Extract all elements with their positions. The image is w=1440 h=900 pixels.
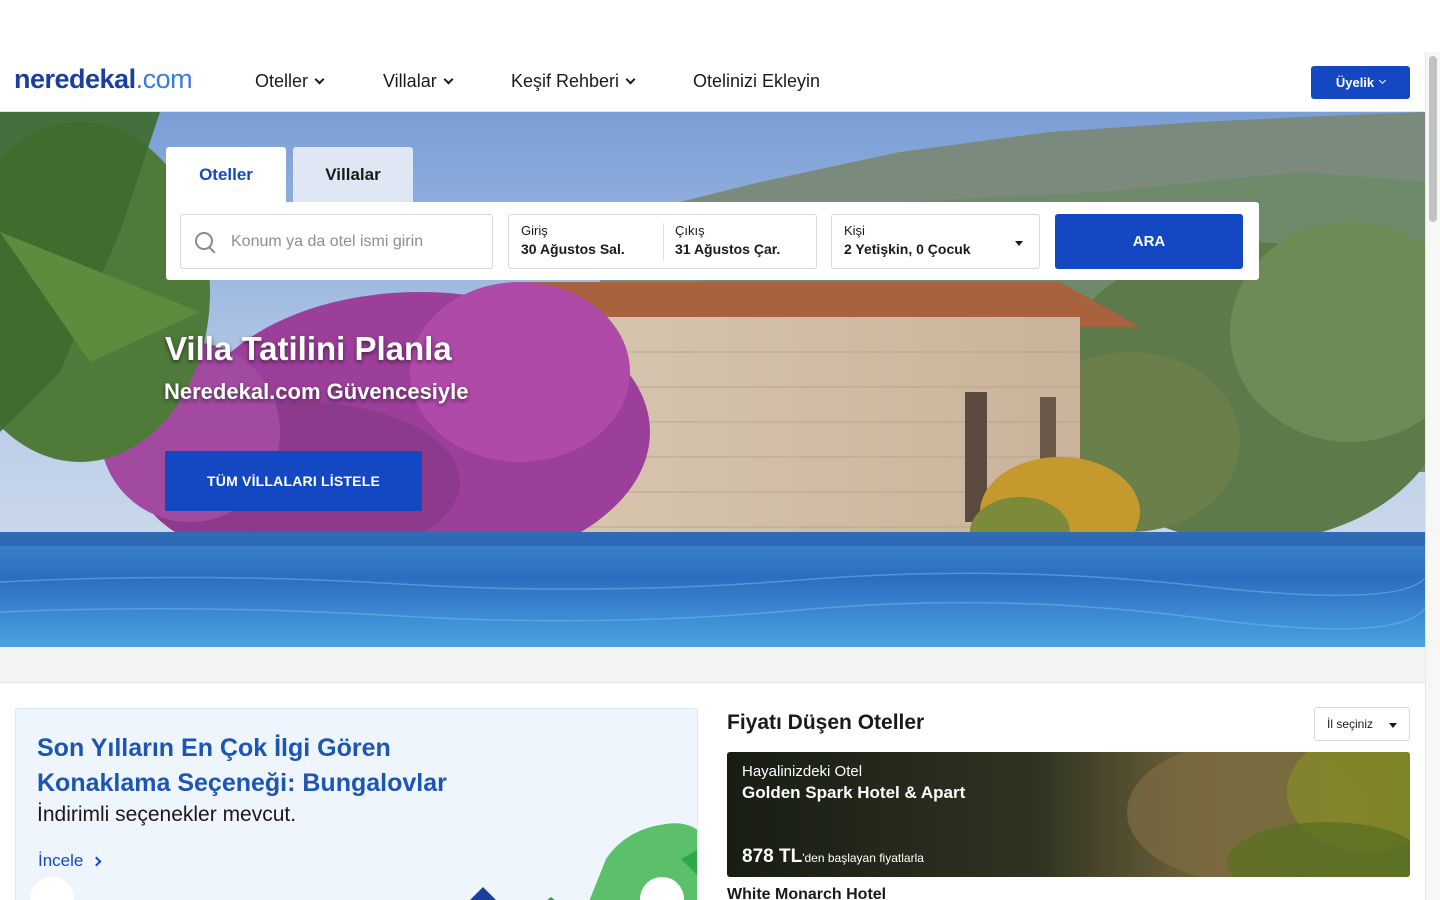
caret-down-icon	[1015, 241, 1023, 246]
section-divider-band	[0, 647, 1425, 683]
page-scrollbar[interactable]	[1425, 52, 1440, 900]
city-select-label: İl seçiniz	[1327, 717, 1374, 731]
site-header: neredekal.com Oteller Villalar Keşif Reh…	[0, 52, 1425, 112]
hotel-card-kicker: Hayalinizdeki Otel	[742, 763, 863, 780]
checkin-value: 30 Ağustos Sal.	[521, 241, 625, 257]
nav-discovery-label: Keşif Rehberi	[511, 71, 620, 91]
chevron-right-icon	[91, 856, 102, 866]
membership-button[interactable]: Üyelik	[1311, 66, 1410, 99]
hotel-card-price-suffix: 'den başlayan fiyatlarla	[802, 851, 924, 865]
checkin-field[interactable]: Giriş 30 Ağustos Sal.	[521, 223, 625, 257]
guests-value: 2 Yetişkin, 0 Çocuk	[844, 241, 971, 257]
hotel-card-name: Golden Spark Hotel & Apart	[742, 783, 966, 802]
nav-add-hotel[interactable]: Otelinizi Ekleyin	[693, 71, 820, 92]
tab-villas[interactable]: Villalar	[293, 147, 413, 203]
search-button[interactable]: ARA	[1055, 214, 1243, 269]
nav-villas[interactable]: Villalar	[383, 71, 454, 92]
site-logo[interactable]: neredekal.com	[14, 64, 193, 95]
checkout-label: Çıkış	[675, 223, 705, 238]
logo-suffix: .com	[135, 64, 193, 94]
guests-content: Kişi 2 Yetişkin, 0 Çocuk	[844, 223, 971, 257]
nav-villas-label: Villalar	[383, 71, 437, 91]
date-divider	[663, 223, 664, 261]
price-drop-title: Fiyatı Düşen Oteller	[727, 711, 925, 734]
chevron-down-icon	[314, 74, 325, 85]
promo-inspect-link[interactable]: İncele	[38, 851, 102, 871]
guests-label: Kişi	[844, 223, 865, 238]
next-hotel-name[interactable]: White Monarch Hotel	[727, 886, 886, 900]
promo-title: Son Yılların En Çok İlgi Gören Konaklama…	[37, 734, 447, 797]
tab-hotels[interactable]: Oteller	[166, 147, 286, 203]
guests-select[interactable]: Kişi 2 Yetişkin, 0 Çocuk	[831, 214, 1040, 269]
membership-label: Üyelik	[1335, 75, 1375, 90]
chevron-down-icon	[1379, 76, 1387, 85]
promo-link-label: İncele	[38, 851, 84, 870]
checkout-value: 31 Ağustos Çar.	[675, 241, 781, 257]
tab-hotels-label: Oteller	[199, 165, 253, 184]
nav-hotels-label: Oteller	[255, 71, 309, 91]
nav-discovery-guide[interactable]: Keşif Rehberi	[511, 71, 636, 92]
hero-banner: Oteller Villalar Giriş 30 Ağustos Sal. Ç…	[0, 112, 1425, 647]
location-field[interactable]	[180, 214, 493, 269]
hotel-card-price-amount: 878 TL	[742, 846, 803, 867]
logo-main: neredekal	[14, 64, 136, 94]
hotel-deal-card[interactable]: Hayalinizdeki Otel Golden Spark Hotel & …	[727, 752, 1410, 877]
tab-villas-label: Villalar	[325, 165, 381, 184]
hotel-card-price: 878 TL'den başlayan fiyatlarla	[742, 846, 924, 868]
hero-title: Villa Tatilini Planla	[165, 330, 452, 367]
list-all-villas-button[interactable]: TÜM VİLLALARI LİSTELE	[165, 451, 422, 511]
caret-down-icon	[1389, 723, 1397, 728]
nav-add-hotel-label: Otelinizi Ekleyin	[693, 71, 821, 91]
scrollbar-thumb[interactable]	[1429, 56, 1437, 222]
nav-hotels[interactable]: Oteller	[255, 71, 325, 92]
checkout-field[interactable]: Çıkış 31 Ağustos Çar.	[675, 223, 780, 257]
date-range-field[interactable]: Giriş 30 Ağustos Sal. Çıkış 31 Ağustos Ç…	[508, 214, 817, 269]
chevron-down-icon	[443, 74, 454, 85]
location-input[interactable]	[231, 232, 481, 251]
hero-subtitle: Neredekal.com Güvencesiyle	[164, 379, 469, 404]
search-icon	[195, 231, 215, 252]
checkin-label: Giriş	[521, 223, 548, 238]
promo-subtitle: İndirimli seçenekler mevcut.	[37, 803, 297, 826]
search-panel: Giriş 30 Ağustos Sal. Çıkış 31 Ağustos Ç…	[166, 202, 1259, 280]
bungalow-promo-card[interactable]: Son Yılların En Çok İlgi Gören Konaklama…	[15, 708, 698, 900]
city-select[interactable]: İl seçiniz	[1314, 707, 1410, 741]
chevron-down-icon	[625, 74, 636, 85]
